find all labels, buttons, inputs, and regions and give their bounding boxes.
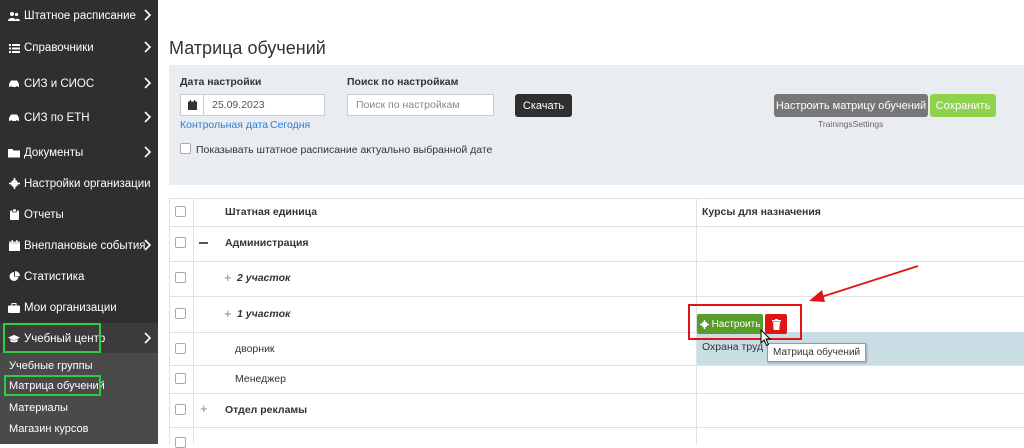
table-row-name: Администрация xyxy=(225,237,309,249)
course-value: Охрана труд xyxy=(702,341,764,353)
table-row-name: 2 участок xyxy=(237,272,291,284)
gear-icon xyxy=(8,178,20,190)
sidebar-item-org-settings[interactable]: Настройки организации xyxy=(0,168,158,199)
configure-row-button[interactable]: Настроить xyxy=(697,314,763,334)
submenu-item-study-groups[interactable]: Учебные группы xyxy=(9,360,93,372)
save-button[interactable]: Сохранить xyxy=(930,94,996,117)
sidebar-item-label: Внеплановые события xyxy=(24,239,146,252)
sidebar-item-siz-sios[interactable]: СИЗ и СИОС xyxy=(0,68,158,99)
calendar-icon xyxy=(8,240,20,252)
expand-toggle[interactable]: + xyxy=(224,270,232,285)
training-center-submenu: Учебные группы Матрица обучений Материал… xyxy=(0,353,158,444)
sidebar-item-label: СИЗ по ЕТН xyxy=(24,111,90,124)
sidebar-item-label: Документы xyxy=(24,146,84,159)
sidebar-item-label: Штатное расписание xyxy=(24,9,136,22)
chevron-right-icon xyxy=(142,238,154,252)
calendar-icon[interactable] xyxy=(181,95,204,115)
car-icon xyxy=(8,78,20,90)
sidebar-item-my-organizations[interactable]: Мои организации xyxy=(0,292,158,323)
today-link[interactable]: Сегодня xyxy=(270,119,310,131)
folder-icon xyxy=(8,147,20,159)
sidebar-item-statistics[interactable]: Статистика xyxy=(0,261,158,292)
briefcase-icon xyxy=(8,302,20,314)
date-label: Дата настройки xyxy=(180,76,262,88)
search-input[interactable] xyxy=(347,94,494,116)
search-label: Поиск по настройкам xyxy=(347,76,459,88)
list-icon xyxy=(8,42,20,54)
table-row-name: Менеджер xyxy=(235,373,286,385)
submenu-item-training-matrix[interactable]: Матрица обучений xyxy=(9,380,105,392)
sidebar-item-label: Учебный центр xyxy=(24,332,106,345)
date-value: 25.09.2023 xyxy=(212,99,265,111)
expand-toggle[interactable]: + xyxy=(200,401,208,416)
table-row-name: дворник xyxy=(235,343,275,355)
date-field[interactable]: 25.09.2023 xyxy=(180,94,325,116)
row-checkbox[interactable] xyxy=(175,272,186,283)
column-header-courses[interactable]: Курсы для назначения xyxy=(702,206,821,218)
chevron-right-icon xyxy=(142,110,154,124)
row-checkbox[interactable] xyxy=(175,373,186,384)
sidebar-item-label: Справочники xyxy=(24,41,94,54)
row-checkbox[interactable] xyxy=(175,404,186,415)
table-border xyxy=(193,198,194,444)
sidebar-item-label: СИЗ и СИОС xyxy=(24,77,95,90)
sidebar: Штатное расписание Справочники СИЗ и СИО… xyxy=(0,0,158,444)
download-button[interactable]: Скачать xyxy=(515,94,572,117)
sidebar-item-documents[interactable]: Документы xyxy=(0,137,158,168)
show-staff-checkbox-label: Показывать штатное расписание актуально … xyxy=(196,144,493,156)
sidebar-item-unplanned-events[interactable]: Внеплановые события xyxy=(0,230,158,261)
gear-icon xyxy=(699,319,709,329)
row-checkbox[interactable] xyxy=(175,237,186,248)
sidebar-item-siz-etn[interactable]: СИЗ по ЕТН xyxy=(0,102,158,133)
tooltip: Матрица обучений xyxy=(767,343,867,362)
page-title: Матрица обучений xyxy=(169,38,326,58)
users-icon xyxy=(8,10,20,22)
pie-chart-icon xyxy=(8,271,20,283)
table-row-name: 1 участок xyxy=(237,308,291,320)
sidebar-item-training-center[interactable]: Учебный центр xyxy=(0,323,158,354)
row-checkbox[interactable] xyxy=(175,343,186,354)
control-date-link[interactable]: Контрольная дата xyxy=(180,119,268,131)
table-border xyxy=(169,365,1024,366)
graduation-cap-icon xyxy=(8,333,20,345)
mouse-pointer-icon xyxy=(760,329,772,347)
table-border xyxy=(169,226,1024,227)
annotation-arrow-icon xyxy=(809,265,919,302)
clipboard-icon xyxy=(8,209,20,221)
configure-row-button-label: Настроить xyxy=(711,318,761,330)
show-staff-checkbox[interactable] xyxy=(180,143,191,154)
chevron-right-icon xyxy=(142,331,154,345)
row-checkbox[interactable] xyxy=(175,308,186,319)
table-border xyxy=(169,393,1024,394)
sidebar-item-reports[interactable]: Отчеты xyxy=(0,199,158,230)
configure-matrix-button[interactable]: Настроить матрицу обучений xyxy=(774,94,928,117)
table-border xyxy=(169,198,1024,199)
chevron-right-icon xyxy=(142,8,154,22)
settings-caption: TrainingsSettings xyxy=(818,119,884,129)
select-all-checkbox[interactable] xyxy=(175,206,186,217)
car-icon xyxy=(8,112,20,124)
sidebar-item-label: Настройки организации xyxy=(24,177,151,190)
sidebar-item-label: Мои организации xyxy=(24,301,117,314)
expand-toggle[interactable]: + xyxy=(224,306,232,321)
sidebar-item-staff-schedule[interactable]: Штатное расписание xyxy=(0,0,158,31)
sidebar-item-label: Статистика xyxy=(24,270,85,283)
chevron-right-icon xyxy=(142,40,154,54)
table-border xyxy=(169,427,1024,428)
collapse-toggle[interactable] xyxy=(199,242,208,244)
submenu-item-materials[interactable]: Материалы xyxy=(9,402,68,414)
column-header-staff-unit[interactable]: Штатная единица xyxy=(225,206,317,218)
chevron-right-icon xyxy=(142,145,154,159)
submenu-item-course-shop[interactable]: Магазин курсов xyxy=(9,423,89,435)
sidebar-item-label: Отчеты xyxy=(24,208,64,221)
chevron-right-icon xyxy=(142,76,154,90)
table-row-name: Отдел рекламы xyxy=(225,404,308,416)
trash-icon xyxy=(771,318,781,330)
sidebar-item-references[interactable]: Справочники xyxy=(0,32,158,63)
table-border xyxy=(169,198,170,444)
row-checkbox[interactable] xyxy=(175,437,186,448)
